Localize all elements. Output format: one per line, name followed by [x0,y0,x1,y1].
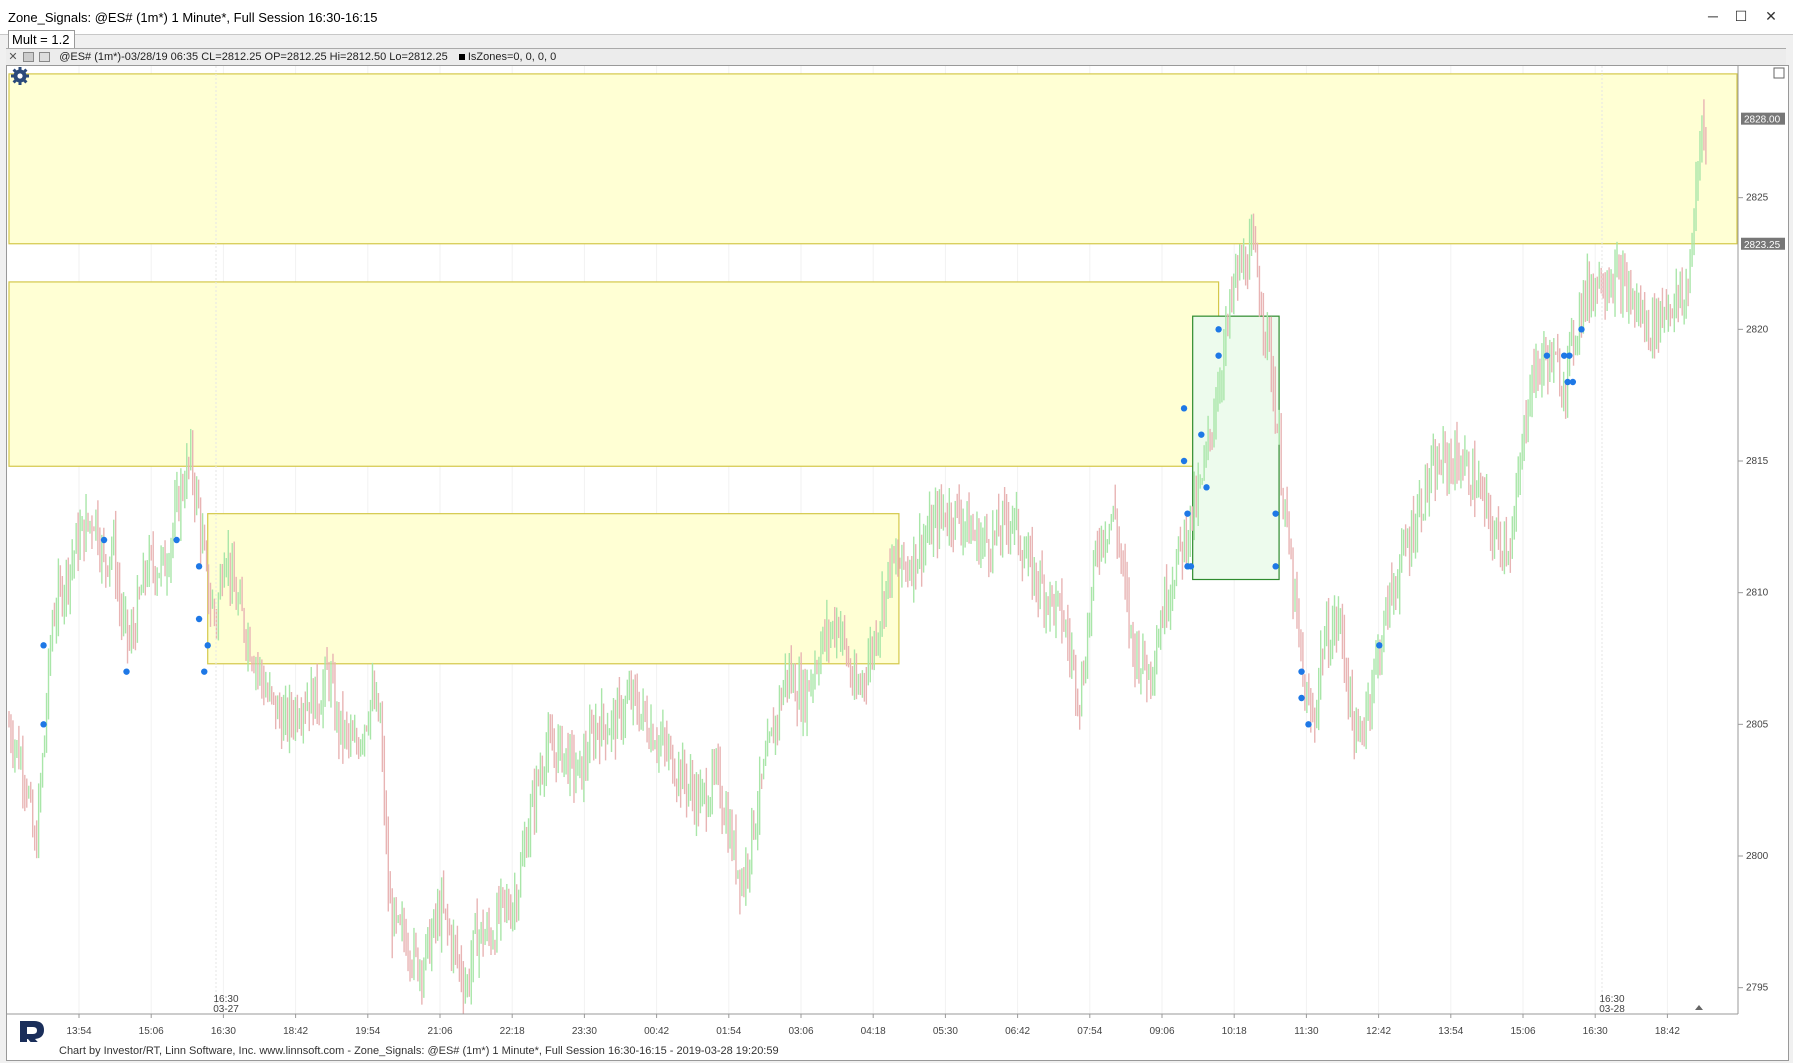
scale-toggle-icon[interactable] [1773,67,1785,79]
x-tick-label: 22:18 [500,1026,525,1037]
x-tick-label: 16:30 [211,1026,236,1037]
signal-dot [1298,668,1305,675]
chart-info-bar: ✕ @ES# (1m*)-03/28/19 06:35 CL=2812.25 O… [6,48,1786,66]
footer-credit: Chart by Investor/RT, Linn Software, Inc… [59,1045,779,1057]
signal-dot [1298,694,1305,702]
x-tick-label: 09:06 [1149,1026,1174,1037]
scroll-end-icon[interactable] [1695,1005,1703,1010]
mult-input[interactable]: Mult = 1.2 [8,30,75,50]
minimize-button[interactable]: ─ [1700,4,1726,28]
signal-dot [1272,563,1279,570]
signal-dot [40,642,47,649]
signal-dot [1215,352,1222,359]
chart-footer: Chart by Investor/RT, Linn Software, Inc… [6,1042,1789,1061]
indicator-values: IsZones=0, 0, 0, 0 [467,51,557,63]
signal-dot [1578,326,1585,333]
signal-dot [1543,352,1551,359]
info-quote-text: @ES# (1m*)-03/28/19 06:35 CL=2812.25 OP=… [59,51,448,63]
x-tick-label: 03:06 [788,1026,813,1037]
signal-dot [204,642,211,649]
zone-2 [207,513,900,665]
signal-dot [1305,721,1312,728]
signal-dot [1566,352,1573,359]
price-chart[interactable]: 2795 2800 2805 2810 2815 2820 2825 2828.00 2823.… [7,66,1788,1043]
window-title: Zone_Signals: @ES# (1m*) 1 Minute*, Full… [8,10,378,25]
x-tick-label: 00:42 [644,1026,669,1037]
gear-icon[interactable] [10,66,30,86]
signal-dot [195,615,203,623]
x-tick-label: 15:06 [1510,1026,1535,1037]
x-tick-label: 18:42 [1655,1026,1680,1037]
x-tick-label: 19:54 [355,1026,380,1037]
y-tick-label: 2820 [1746,324,1769,335]
y-tick-label: 2805 [1746,719,1769,730]
signal-dot [1272,510,1279,517]
x-tick-label: 13:54 [66,1026,91,1037]
signal-dot [40,721,47,728]
x-tick-label: 07:54 [1077,1026,1102,1037]
close-button[interactable]: ✕ [1758,4,1784,28]
x-tick-label: 21:06 [427,1026,452,1037]
x-tick-label: 01:54 [716,1026,741,1037]
x-tick-label: 18:42 [283,1026,308,1037]
y-tick-label: 2795 [1746,983,1769,994]
signal-dot [195,563,203,570]
y-tick-label: 2800 [1746,851,1769,862]
signal-dot [201,668,208,675]
signal-dot [100,536,108,544]
chart-area[interactable]: 2795 2800 2805 2810 2815 2820 2825 2828.00 2823.… [6,65,1789,1044]
close-chart-icon[interactable]: ✕ [6,49,20,65]
signal-dot [1198,431,1205,438]
x-tick-label: 15:06 [139,1026,164,1037]
maximize-button[interactable]: ☐ [1728,4,1754,28]
y-tick-label: 2815 [1746,456,1769,467]
signal-dot [1215,326,1222,333]
y-tick-label: 2825 [1746,193,1769,204]
x-tick-label: 11:30 [1294,1026,1319,1037]
window-titlebar: Zone_Signals: @ES# (1m*) 1 Minute*, Full… [0,0,1793,35]
x-tick-label: 04:18 [861,1026,886,1037]
session-date-label: 03-28 [1599,1004,1625,1015]
signal-dot [1376,642,1383,649]
signal-dot [1187,563,1195,570]
x-tick-label: 23:30 [572,1026,597,1037]
signal-dot [123,668,130,675]
x-tick-label: 05:30 [933,1026,958,1037]
x-tick-label: 16:30 [1583,1026,1608,1037]
y-tick-label: 2810 [1746,588,1769,599]
x-tick-label: 10:18 [1222,1026,1247,1037]
price-tag-label: 2828.00 [1744,115,1781,126]
session-date-label: 03-27 [213,1004,239,1015]
x-tick-label: 13:54 [1438,1026,1463,1037]
signal-dot [1180,457,1188,465]
parameter-row: Mult = 1.2 [6,30,1786,50]
signal-dot [1569,378,1577,386]
x-tick-label: 06:42 [1005,1026,1030,1037]
info-color-swatches [23,52,35,63]
signal-dot [173,536,180,544]
price-tag-label: 2823.25 [1744,240,1781,251]
info-color-swatches [39,52,51,63]
signal-dot [1184,510,1191,517]
signal-dot [1203,484,1210,491]
x-tick-label: 12:42 [1366,1026,1391,1037]
indicator-swatch [458,54,465,61]
zone-0 [8,73,1738,245]
y-axis-bg [1738,66,1788,1043]
signal-dot [1180,405,1188,412]
